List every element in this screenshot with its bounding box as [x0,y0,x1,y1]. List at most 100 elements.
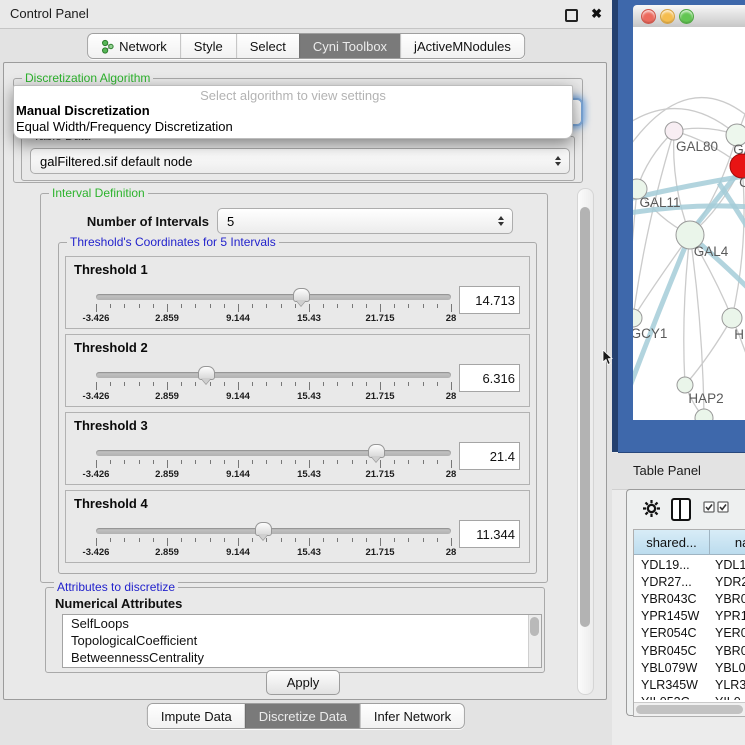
tick-mark [451,460,452,468]
column-settings-icon[interactable] [671,498,691,521]
tick-mark [437,538,438,542]
network-edge[interactable] [684,235,690,385]
tick-mark [423,538,424,542]
list-scrollbar-thumb[interactable] [530,617,539,636]
table-data-combo[interactable]: galFiltered.sif default node [30,148,570,174]
close-light-icon[interactable] [641,9,656,24]
table-horizontal-scrollbar-thumb[interactable] [636,705,743,714]
tab-cyni-toolbox[interactable]: Cyni Toolbox [299,34,400,58]
threshold-2-slider-track[interactable] [96,372,451,378]
bottom-tab-impute-data[interactable]: Impute Data [148,704,245,728]
list-scrollbar[interactable] [528,615,541,667]
threshold-4-slider-track[interactable] [96,528,451,534]
table-row[interactable]: YBR043CYBR0 [634,590,745,607]
tick-mark [124,538,125,542]
close-icon[interactable]: ✖ [591,0,602,28]
threshold-1-slider-thumb[interactable] [293,288,310,302]
table-row[interactable]: YER054CYER0 [634,625,745,642]
threshold-2-slider-thumb[interactable] [198,366,215,380]
interval-definition-group: Interval Definition Number of Intervals … [40,193,548,583]
tick-label: 15.43 [297,469,321,480]
table-horizontal-scrollbar[interactable] [634,702,745,716]
table-cell: YIL0 [710,695,741,700]
table-row[interactable]: YBL079WYBL0 [634,659,745,676]
tick-label: 28 [446,469,457,480]
threshold-4-value-field[interactable]: 11.344 [459,520,520,548]
network-node-gal80[interactable] [665,122,683,140]
algorithm-dropdown-popup: Select algorithm to view settings Manual… [13,85,573,139]
table-row[interactable]: YPR145WYPR1 [634,608,745,625]
threshold-1-slider-track[interactable] [96,294,451,300]
tick-label: 21.715 [365,469,394,480]
table-row[interactable]: YLR345WYLR3 [634,676,745,693]
algorithm-option-equal-width-frequency-discretization[interactable]: Equal Width/Frequency Discretization [14,119,572,135]
attribute-item-betweennesscentrality[interactable]: BetweennessCentrality [63,649,541,666]
bottom-tab-discretize-data[interactable]: Discretize Data [245,704,360,728]
threshold-1-panel: Threshold 1-3.4262.8599.14415.4321.71528… [65,256,530,329]
tick-mark [139,304,140,308]
content-scrollbar[interactable] [577,188,594,695]
tick-mark [323,460,324,464]
node-label-gal11: GAL11 [639,195,680,210]
zoom-light-icon[interactable] [679,9,694,24]
tick-mark [437,460,438,464]
table-row[interactable]: YDL19...YDL1 [634,556,745,573]
table-cell: YIL052C [634,695,710,700]
select-columns-checkboxes-icon[interactable] [703,501,733,514]
apply-button[interactable]: Apply [266,670,340,695]
network-canvas[interactable]: GAL80GACGAL11GAL4GCY1HIHAP2 [633,27,745,420]
cyni-toolbox-content: Discretization Algorithm Table Data galF… [3,62,607,700]
table-cell: YBR045C [634,644,710,658]
table-cell: YBR043C [634,592,710,606]
discretization-algorithm-title: Discretization Algorithm [22,71,153,85]
algorithm-option-manual-discretization[interactable]: Manual Discretization [14,103,572,119]
attribute-item-selfloops[interactable]: SelfLoops [63,615,541,632]
float-window-icon[interactable] [565,9,578,22]
tab-select[interactable]: Select [236,34,299,58]
tick-mark [238,538,239,546]
table-row[interactable]: YIL052CYIL0 [634,694,745,701]
minimize-light-icon[interactable] [660,9,675,24]
network-edge[interactable] [633,189,637,279]
gear-icon[interactable] [642,499,661,518]
tick-mark [352,538,353,542]
node-label-gcy1: GCY1 [633,326,667,341]
threshold-3-value-field[interactable]: 21.4 [459,442,520,470]
tab-jactivemnodules[interactable]: jActiveMNodules [400,34,524,58]
right-section: GAL80GACGAL11GAL4GCY1HIHAP2 Table Panel … [612,0,745,745]
network-edge[interactable] [633,235,690,389]
number-of-intervals-value: 5 [227,214,234,229]
slider-ticks [96,382,451,390]
column-header-na[interactable]: na... [710,530,745,555]
tab-style[interactable]: Style [180,34,236,58]
content-scrollbar-thumb[interactable] [580,207,590,627]
table-row[interactable]: YDR27...YDR2 [634,573,745,590]
tick-mark [139,538,140,542]
tick-mark [181,304,182,308]
number-of-intervals-combo[interactable]: 5 [217,208,513,234]
threshold-3-slider-thumb[interactable] [368,444,385,458]
tick-mark [281,304,282,308]
tick-mark [309,538,310,546]
node-table[interactable]: shared...na... YDL19...YDL1YDR27...YDR2Y… [633,529,745,717]
tab-network[interactable]: Network [88,34,180,58]
column-header-shared[interactable]: shared... [634,530,710,555]
attribute-item-topologicalcoefficient[interactable]: TopologicalCoefficient [63,632,541,649]
threshold-1-value-field[interactable]: 14.713 [459,286,520,314]
network-node-hi[interactable] [722,308,742,328]
numerical-attributes-list[interactable]: SelfLoopsTopologicalCoefficientBetweenne… [62,614,542,668]
threshold-4-slider-thumb[interactable] [255,522,272,536]
tick-mark [224,538,225,542]
network-node-gcy1[interactable] [633,309,642,327]
tick-label: 15.43 [297,313,321,324]
bottom-tab-infer-network[interactable]: Infer Network [360,704,464,728]
tick-label: 21.715 [365,391,394,402]
tick-mark [408,460,409,464]
threshold-2-value-field[interactable]: 6.316 [459,364,520,392]
network-edge[interactable] [685,318,732,385]
threshold-3-slider-track[interactable] [96,450,451,456]
tab-label: jActiveMNodules [414,39,511,54]
table-row[interactable]: YBR045CYBR0 [634,642,745,659]
threshold-2-label: Threshold 2 [74,340,148,355]
algorithm-popup-prompt: Select algorithm to view settings [14,86,572,103]
